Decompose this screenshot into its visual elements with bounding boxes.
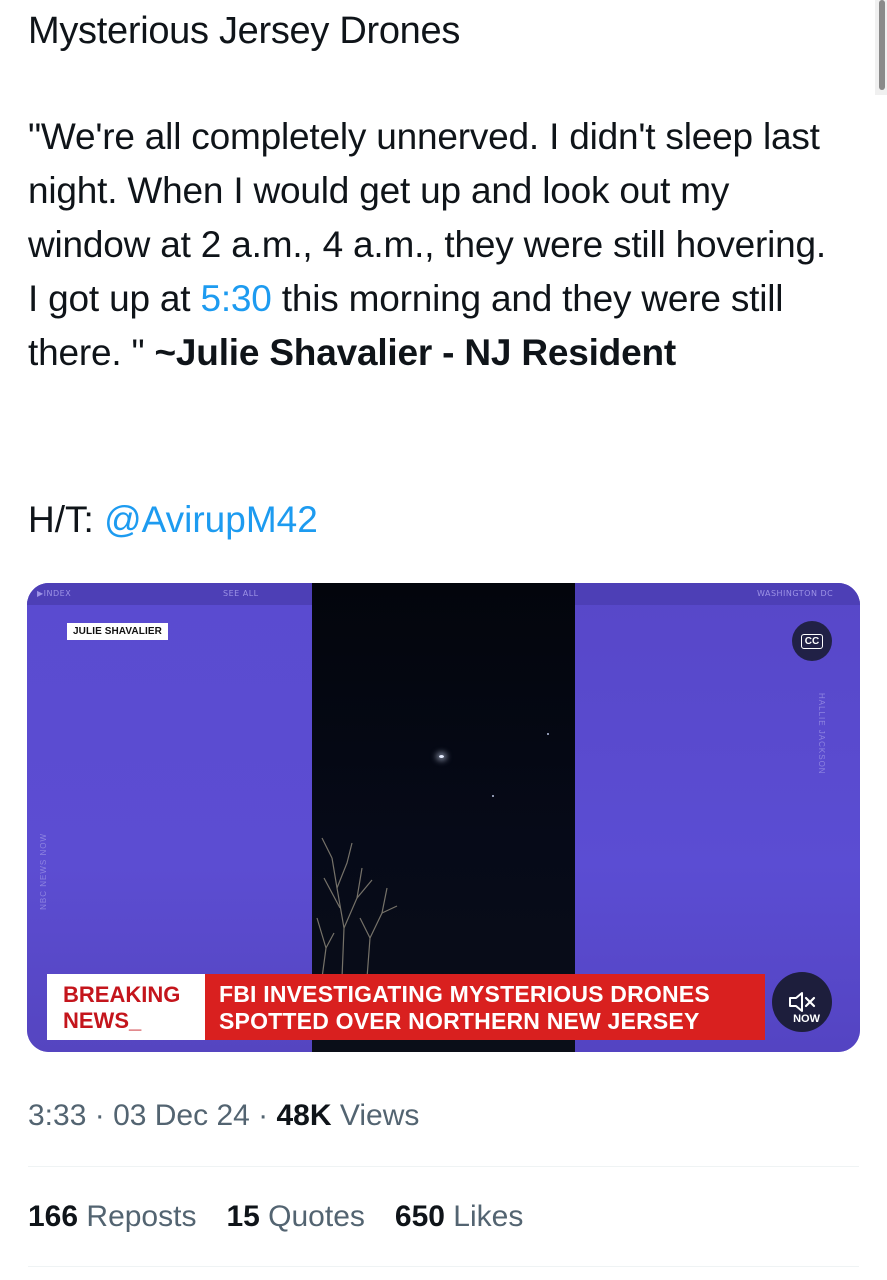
- sky-light: [492, 795, 494, 797]
- lower-third-banner: BREAKING NEWS_ FBI INVESTIGATING MYSTERI…: [47, 974, 765, 1040]
- divider: [28, 1266, 859, 1267]
- meta-separator: ·: [249, 1099, 277, 1132]
- studio-top-mid-text: SEE ALL: [223, 589, 259, 598]
- now-logo: NOW: [793, 1013, 820, 1025]
- meta-separator: ·: [86, 1099, 114, 1132]
- mention-link[interactable]: @AvirupM42: [104, 499, 318, 540]
- scrollbar[interactable]: [875, 0, 887, 95]
- headline-line1: FBI INVESTIGATING MYSTERIOUS DRONES: [219, 981, 710, 1007]
- news-headline: FBI INVESTIGATING MYSTERIOUS DRONES SPOT…: [205, 974, 765, 1040]
- scrollbar-thumb[interactable]: [879, 0, 885, 90]
- breaking-line1: BREAKING: [63, 982, 181, 1007]
- tweet-body-text: "We're all completely unnerved. I didn't…: [28, 110, 838, 380]
- studio-top-left-text: ▶INDEX: [37, 589, 72, 598]
- sky-light: [547, 733, 549, 735]
- likes-stat[interactable]: 650 Likes: [395, 1200, 523, 1234]
- bare-trees-silhouette: [316, 837, 398, 978]
- views-count: 48K: [276, 1099, 332, 1132]
- views-label: Views: [331, 1099, 420, 1132]
- drone-light: [439, 755, 444, 758]
- cc-icon: CC: [800, 633, 824, 649]
- headline-line2: SPOTTED OVER NORTHERN NEW JERSEY: [219, 1008, 700, 1034]
- name-tag: JULIE SHAVALIER: [67, 623, 168, 640]
- reposts-stat[interactable]: 166 Reposts: [28, 1200, 196, 1234]
- engagement-stats: 166 Reposts 15 Quotes 650 Likes: [28, 1200, 523, 1234]
- divider: [28, 1166, 859, 1167]
- tweet-meta: 3:33 · 03 Dec 24 · 48K Views: [28, 1099, 419, 1133]
- tweet-title-line: Mysterious Jersey Drones: [28, 10, 461, 52]
- quotes-label: Quotes: [259, 1200, 365, 1233]
- tweet-date[interactable]: 03 Dec 24: [113, 1099, 250, 1132]
- reposts-label: Reposts: [78, 1200, 197, 1233]
- studio-side-text-left: NBC NEWS NOW: [39, 833, 48, 910]
- hat-tip-line: H/T: @AvirupM42: [28, 493, 318, 547]
- breaking-line2: NEWS_: [63, 1008, 142, 1033]
- hat-tip-label: H/T:: [28, 499, 105, 540]
- time-link[interactable]: 5:30: [200, 278, 271, 319]
- breaking-news-label: BREAKING NEWS_: [47, 974, 205, 1040]
- tweet-time[interactable]: 3:33: [28, 1099, 86, 1132]
- quotes-stat[interactable]: 15 Quotes: [226, 1200, 364, 1234]
- studio-top-right-text: WASHINGTON DC: [757, 589, 834, 598]
- likes-count: 650: [394, 1200, 445, 1233]
- likes-label: Likes: [444, 1200, 524, 1233]
- tweet-attribution: ~Julie Shavalier - NJ Resident: [154, 332, 677, 373]
- speaker-muted-icon: [789, 992, 816, 1012]
- closed-captions-button[interactable]: CC: [792, 621, 832, 661]
- reposts-count: 166: [28, 1200, 79, 1233]
- video-player[interactable]: ▶INDEX SEE ALL WASHINGTON DC JULIE SHAVA…: [27, 583, 860, 1052]
- studio-side-text-right: HALLIE JACKSON: [817, 693, 826, 775]
- quotes-count: 15: [226, 1200, 260, 1233]
